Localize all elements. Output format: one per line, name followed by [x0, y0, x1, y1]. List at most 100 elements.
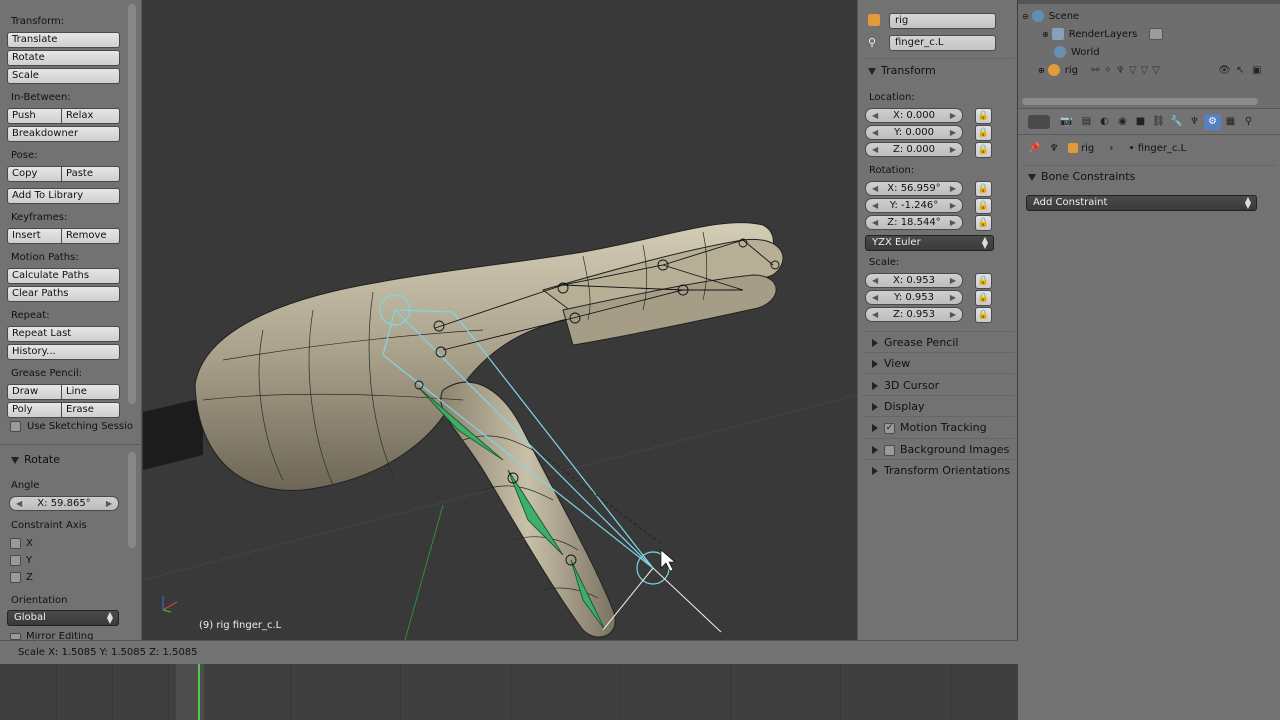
transform-orientations-panel[interactable]: Transform Orientations	[872, 464, 1010, 477]
lock-icon[interactable]: 🔒	[975, 142, 992, 158]
panel-separator	[862, 58, 1014, 59]
bone-constraints-header[interactable]: Bone Constraints	[1028, 170, 1135, 183]
current-frame-indicator[interactable]	[198, 664, 200, 720]
insert-keyframe-button[interactable]: Insert	[7, 228, 62, 244]
breadcrumb-object: rig	[1080, 143, 1095, 154]
constraint-y-checkbox[interactable]	[10, 555, 21, 566]
breakdowner-button[interactable]: Breakdowner	[7, 126, 120, 142]
location-z-field[interactable]: ◀ Z: 0.000 ▶	[865, 142, 963, 157]
bone-constraints-tab-icon[interactable]: ⚙	[1204, 114, 1221, 130]
bone-name-field[interactable]: finger_c.L	[889, 35, 996, 51]
rotation-mode-select[interactable]: YZX Euler ▲ ▼	[865, 235, 994, 251]
poly-button[interactable]: Poly	[7, 402, 62, 418]
lock-icon[interactable]: 🔒	[975, 108, 992, 124]
background-images-checkbox[interactable]	[884, 444, 895, 456]
outliner-hscrollbar[interactable]	[1022, 98, 1258, 105]
scale-z-field[interactable]: ◀ Z: 0.953 ▶	[865, 307, 963, 322]
motion-tracking-checkbox[interactable]: ✓	[884, 422, 895, 434]
orientation-value: Global	[14, 612, 46, 623]
properties-region: rig ⚲ finger_c.L Transform Location: ◀ X:…	[857, 0, 1017, 640]
relax-button[interactable]: Relax	[62, 108, 120, 124]
motion-tracking-panel[interactable]: ✓ Motion Tracking	[872, 421, 987, 434]
timeline-area[interactable]	[0, 664, 1018, 720]
texture-tab-icon[interactable]: ▦	[1222, 114, 1239, 130]
rig-children-icons: ⚯✧♆▽▽▽	[1091, 65, 1164, 76]
lock-icon[interactable]: 🔒	[975, 198, 992, 214]
push-button[interactable]: Push	[7, 108, 62, 124]
constraints-tab-icon[interactable]: ⛓	[1150, 114, 1167, 130]
constraint-x-checkbox[interactable]	[10, 538, 21, 549]
lock-icon[interactable]: 🔒	[975, 125, 992, 141]
orientation-select[interactable]: Global ▲ ▼	[7, 610, 119, 626]
line-button[interactable]: Line	[62, 384, 120, 400]
paste-pose-button[interactable]: Paste	[62, 166, 120, 182]
transform-panel-header[interactable]: Transform	[868, 64, 936, 77]
add-to-library-button[interactable]: Add To Library	[7, 188, 120, 204]
grease-pencil-panel[interactable]: Grease Pencil	[872, 336, 958, 349]
rotation-y-field[interactable]: ◀ Y: -1.246° ▶	[865, 198, 963, 213]
3d-cursor-panel[interactable]: 3D Cursor	[872, 379, 939, 392]
use-sketching-checkbox[interactable]	[10, 421, 21, 432]
editor-type-icon[interactable]	[1028, 115, 1050, 129]
display-panel[interactable]: Display	[872, 400, 925, 413]
scale-x-field[interactable]: ◀ X: 0.953 ▶	[865, 273, 963, 288]
add-constraint-select[interactable]: Add Constraint ▲ ▼	[1026, 195, 1257, 211]
rotation-x-field[interactable]: ◀ X: 56.959° ▶	[865, 181, 963, 196]
lock-icon[interactable]: 🔒	[975, 290, 992, 306]
draw-button[interactable]: Draw	[7, 384, 62, 400]
view-panel[interactable]: View	[872, 357, 910, 370]
lock-icon[interactable]: 🔒	[975, 181, 992, 197]
location-x-field[interactable]: ◀ X: 0.000 ▶	[865, 108, 963, 123]
armature-data-tab-icon[interactable]: ♆	[1186, 114, 1203, 130]
scene-tab-icon[interactable]: ◐	[1096, 114, 1113, 130]
rotation-z-field[interactable]: ◀ Z: 18.544° ▶	[865, 215, 963, 230]
repeat-last-button[interactable]: Repeat Last	[7, 326, 120, 342]
toolshelf-scrollbar[interactable]	[128, 4, 136, 404]
rotate-button[interactable]: Rotate	[7, 50, 120, 66]
calculate-paths-button[interactable]: Calculate Paths	[7, 268, 120, 284]
breadcrumb-bone: finger_c.L	[1137, 143, 1187, 154]
background-images-panel[interactable]: Background Images	[872, 443, 1009, 456]
cursor-select-icon[interactable]: ↖	[1236, 62, 1244, 80]
world-icon	[1054, 46, 1066, 58]
bone-tab-icon[interactable]: ⚲	[1240, 114, 1257, 130]
translate-button[interactable]: Translate	[7, 32, 120, 48]
camera-render-icon[interactable]: ▣	[1252, 62, 1261, 80]
constraint-z-checkbox[interactable]	[10, 572, 21, 583]
outliner-row-rig[interactable]: ⊕ rig ⚯✧♆▽▽▽ 👁 ↖ ▣	[1018, 62, 1280, 80]
modifiers-tab-icon[interactable]: 🔧	[1168, 114, 1185, 130]
scale-y-field[interactable]: ◀ Y: 0.953 ▶	[865, 290, 963, 305]
pin-icon[interactable]: 📌	[1028, 143, 1040, 154]
3d-viewport[interactable]: (9) rig finger_c.L	[143, 0, 857, 640]
operator-title: Rotate	[24, 453, 61, 466]
decrement-arrow-icon: ◀	[16, 499, 23, 508]
render-tab-icon[interactable]: 📷	[1058, 114, 1075, 130]
scene-label: Scene	[1048, 11, 1080, 22]
lock-icon[interactable]: 🔒	[975, 273, 992, 289]
erase-button[interactable]: Erase	[62, 402, 120, 418]
outliner-row-scene[interactable]: ⊖ Scene	[1018, 8, 1280, 26]
operator-panel-header[interactable]: Rotate	[11, 453, 60, 466]
mirror-editing-checkbox[interactable]	[10, 633, 21, 640]
timeline-gridline	[290, 664, 291, 720]
world-tab-icon[interactable]: ◉	[1114, 114, 1131, 130]
eye-icon[interactable]: 👁	[1218, 62, 1231, 80]
object-name-field[interactable]: rig	[889, 13, 996, 29]
lock-icon[interactable]: 🔒	[975, 307, 992, 323]
scale-label: Scale:	[869, 257, 900, 268]
outliner-row-renderlayers[interactable]: ⊕ RenderLayers	[1018, 26, 1280, 44]
render-layers-tab-icon[interactable]: ▤	[1078, 114, 1095, 130]
location-x-value: X: 0.000	[892, 110, 936, 121]
history-button[interactable]: History...	[7, 344, 120, 360]
remove-keyframe-button[interactable]: Remove	[62, 228, 120, 244]
clear-paths-button[interactable]: Clear Paths	[7, 286, 120, 302]
angle-field[interactable]: ◀ X: 59.865° ▶	[9, 496, 119, 511]
operator-scrollbar[interactable]	[128, 452, 136, 548]
scale-button[interactable]: Scale	[7, 68, 120, 84]
location-y-field[interactable]: ◀ Y: 0.000 ▶	[865, 125, 963, 140]
outliner-row-world[interactable]: World	[1018, 44, 1280, 62]
copy-pose-button[interactable]: Copy	[7, 166, 62, 182]
render-layer-toggle-icon[interactable]	[1148, 28, 1163, 40]
lock-icon[interactable]: 🔒	[975, 215, 992, 231]
object-tab-icon[interactable]: ■	[1132, 114, 1149, 130]
